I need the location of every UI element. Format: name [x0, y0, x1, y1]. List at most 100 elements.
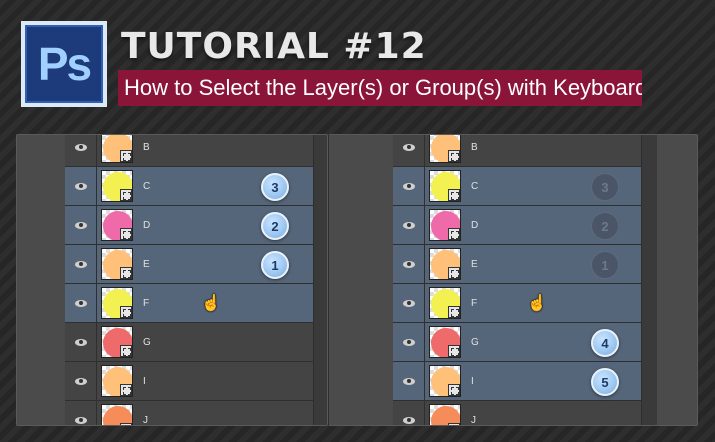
visibility-toggle[interactable] — [65, 401, 97, 425]
scrollbar-left[interactable] — [313, 135, 327, 425]
visibility-toggle[interactable] — [393, 135, 425, 166]
layer-row[interactable]: F — [65, 284, 313, 323]
eye-icon — [402, 416, 415, 424]
layer-name: J — [143, 415, 148, 426]
photoshop-logo: Ps — [21, 21, 107, 107]
layer-row[interactable]: B — [65, 135, 313, 167]
visibility-toggle[interactable] — [65, 323, 97, 361]
layer-name: D — [143, 220, 151, 231]
layer-row[interactable]: B — [393, 135, 641, 167]
layer-row[interactable]: G4 — [393, 323, 641, 362]
visibility-toggle[interactable] — [65, 135, 97, 166]
visibility-toggle[interactable] — [393, 362, 425, 400]
vector-mask-icon — [120, 423, 132, 425]
visibility-toggle[interactable] — [393, 167, 425, 205]
layer-thumbnail — [429, 365, 461, 397]
eye-icon — [402, 377, 415, 385]
visibility-toggle[interactable] — [393, 284, 425, 322]
vector-mask-icon — [448, 189, 460, 201]
layer-name: J — [471, 415, 476, 426]
eye-icon — [402, 182, 415, 190]
selection-order-badge: 2 — [591, 212, 619, 240]
layer-name: F — [471, 298, 478, 309]
eye-icon — [402, 338, 415, 346]
selection-order-badge: 3 — [261, 173, 289, 201]
layer-name: G — [471, 337, 479, 348]
eye-icon — [74, 299, 87, 307]
layer-row[interactable]: D2 — [393, 206, 641, 245]
vector-mask-icon — [448, 423, 460, 425]
vector-mask-icon — [448, 306, 460, 318]
visibility-toggle[interactable] — [65, 284, 97, 322]
eye-icon — [74, 221, 87, 229]
layer-row[interactable]: I5 — [393, 362, 641, 401]
layer-list-left: BC3D2E1FGIJ — [65, 135, 313, 425]
vector-mask-icon — [120, 267, 132, 279]
layer-row[interactable]: J — [65, 401, 313, 426]
layer-thumbnail — [101, 170, 133, 202]
photoshop-logo-text: Ps — [25, 25, 103, 103]
layer-name: B — [471, 142, 478, 153]
layer-row[interactable]: F — [393, 284, 641, 323]
visibility-toggle[interactable] — [393, 245, 425, 283]
eye-icon — [74, 182, 87, 190]
eye-icon — [74, 377, 87, 385]
layer-name: F — [143, 298, 150, 309]
layer-thumbnail — [429, 326, 461, 358]
layer-name: B — [143, 142, 150, 153]
selection-order-badge: 3 — [591, 173, 619, 201]
hand-cursor-icon: ☝ — [527, 295, 547, 312]
layers-panel-right: BC3D2E1FG4I5J ☝ — [328, 134, 698, 426]
vector-mask-icon — [448, 345, 460, 357]
vector-mask-icon — [120, 150, 132, 162]
eye-icon — [74, 416, 87, 424]
layer-name: I — [471, 376, 474, 387]
layer-name: D — [471, 220, 479, 231]
vector-mask-icon — [448, 150, 460, 162]
eye-icon — [74, 260, 87, 268]
layer-row[interactable]: C3 — [65, 167, 313, 206]
layer-row[interactable]: E1 — [65, 245, 313, 284]
visibility-toggle[interactable] — [65, 245, 97, 283]
selection-order-badge: 2 — [261, 212, 289, 240]
vector-mask-icon — [448, 384, 460, 396]
layer-name: E — [143, 259, 150, 270]
layer-thumbnail — [101, 135, 133, 163]
eye-icon — [402, 299, 415, 307]
tutorial-title: TUTORIAL #12 — [121, 26, 427, 67]
layer-thumbnail — [101, 248, 133, 280]
vector-mask-icon — [120, 306, 132, 318]
visibility-toggle[interactable] — [65, 362, 97, 400]
eye-icon — [402, 260, 415, 268]
layer-thumbnail — [429, 287, 461, 319]
layer-row[interactable]: D2 — [65, 206, 313, 245]
layer-row[interactable]: J — [393, 401, 641, 426]
visibility-toggle[interactable] — [65, 167, 97, 205]
visibility-toggle[interactable] — [393, 323, 425, 361]
vector-mask-icon — [120, 228, 132, 240]
selection-order-badge: 1 — [261, 251, 289, 279]
layer-thumbnail — [429, 135, 461, 163]
hand-cursor-icon: ☝ — [201, 295, 221, 312]
layer-name: C — [471, 181, 479, 192]
eye-icon — [74, 143, 87, 151]
visibility-toggle[interactable] — [393, 401, 425, 425]
tutorial-subtitle: How to Select the Layer(s) or Group(s) w… — [118, 70, 642, 106]
visibility-toggle[interactable] — [393, 206, 425, 244]
eye-icon — [74, 338, 87, 346]
layer-list-right: BC3D2E1FG4I5J — [393, 135, 641, 425]
layers-panel-left: BC3D2E1FGIJ ☝ — [16, 134, 328, 426]
visibility-toggle[interactable] — [65, 206, 97, 244]
scrollbar-right[interactable] — [641, 135, 657, 425]
layer-row[interactable]: E1 — [393, 245, 641, 284]
selection-order-badge: 4 — [591, 329, 619, 357]
selection-order-badge: 5 — [591, 368, 619, 396]
layer-thumbnail — [429, 209, 461, 241]
layer-thumbnail — [429, 248, 461, 280]
layer-row[interactable]: G — [65, 323, 313, 362]
layer-row[interactable]: I — [65, 362, 313, 401]
vector-mask-icon — [120, 384, 132, 396]
layer-name: G — [143, 337, 151, 348]
layer-thumbnail — [101, 287, 133, 319]
layer-row[interactable]: C3 — [393, 167, 641, 206]
